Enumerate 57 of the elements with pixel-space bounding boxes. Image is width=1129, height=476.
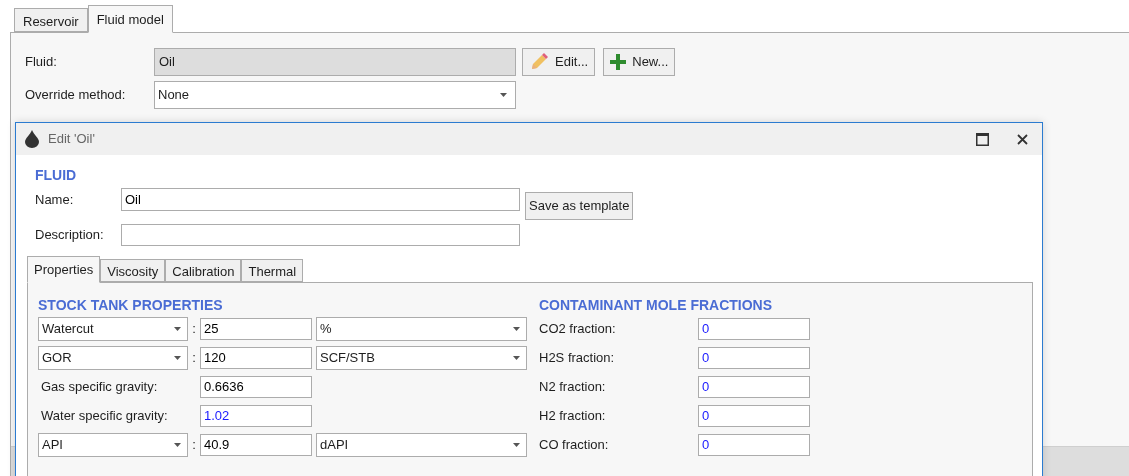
- field-label: H2 fraction:: [539, 406, 607, 425]
- drop-icon: [24, 130, 40, 148]
- input-field[interactable]: 120: [200, 346, 312, 369]
- field-label: N2 fraction:: [539, 377, 607, 396]
- tab[interactable]: Fluid model: [87, 5, 173, 33]
- field-label: Description:: [35, 226, 105, 245]
- input-field[interactable]: 0: [698, 346, 810, 369]
- unit-dropdown[interactable]: dAPI: [316, 432, 527, 457]
- input-field[interactable]: Oil: [121, 188, 520, 211]
- colon: :: [191, 348, 197, 367]
- input-field[interactable]: 25: [200, 317, 312, 340]
- field-label: Water specific gravity:: [40, 406, 169, 425]
- section-heading: STOCK TANK PROPERTIES: [38, 296, 224, 315]
- section-heading: CONTAMINANT MOLE FRACTIONS: [539, 296, 774, 315]
- field-label: Override method:: [25, 86, 127, 105]
- input-field[interactable]: 0: [698, 375, 810, 398]
- tab[interactable]: Calibration: [165, 259, 242, 282]
- field-label: Gas specific gravity:: [40, 377, 159, 396]
- unit-dropdown[interactable]: %: [316, 316, 527, 341]
- property-dropdown[interactable]: Watercut: [38, 316, 188, 341]
- fluid-field: Oil: [154, 48, 516, 76]
- dropdown-caret-icon: [174, 355, 181, 360]
- field-label: Name:: [35, 191, 75, 209]
- input-field[interactable]: 0: [698, 404, 810, 427]
- dropdown-caret-icon: [513, 326, 520, 331]
- unit-dropdown[interactable]: SCF/STB: [316, 345, 527, 370]
- colon: :: [191, 435, 197, 454]
- edit-button[interactable]: Edit...: [522, 48, 596, 76]
- colon: :: [191, 319, 197, 338]
- input-field[interactable]: 0: [698, 317, 810, 340]
- tab[interactable]: Reservoir: [14, 8, 88, 32]
- dropdown-caret-icon: [174, 326, 181, 331]
- maximize-icon[interactable]: [976, 132, 989, 146]
- override-method-dropdown[interactable]: None: [154, 81, 516, 109]
- input-field[interactable]: 0: [698, 433, 810, 456]
- field-label: H2S fraction:: [539, 348, 616, 367]
- input-field[interactable]: 1.02: [200, 404, 312, 427]
- field-label: CO2 fraction:: [539, 319, 617, 338]
- field-label: Fluid:: [25, 53, 58, 72]
- property-dropdown[interactable]: GOR: [38, 345, 188, 370]
- pencil-icon: [529, 52, 549, 72]
- dialog-title: Edit 'Oil': [48, 130, 95, 149]
- dropdown-caret-icon: [500, 93, 507, 97]
- property-dropdown[interactable]: API: [38, 432, 188, 457]
- description-field[interactable]: [121, 224, 520, 246]
- dropdown-caret-icon: [513, 355, 520, 360]
- section-heading: FLUID: [35, 166, 78, 185]
- close-icon[interactable]: [1017, 133, 1028, 145]
- tab[interactable]: Thermal: [241, 259, 304, 282]
- input-field[interactable]: 40.9: [200, 433, 312, 456]
- tab[interactable]: Viscosity: [100, 259, 166, 282]
- plus-icon: [610, 54, 627, 70]
- input-field[interactable]: 0.6636: [200, 375, 312, 398]
- field-label: CO fraction:: [539, 435, 610, 454]
- tab[interactable]: Properties: [27, 256, 101, 283]
- save-as-template-button[interactable]: Save as template: [525, 192, 634, 220]
- new-button[interactable]: New...: [603, 48, 676, 76]
